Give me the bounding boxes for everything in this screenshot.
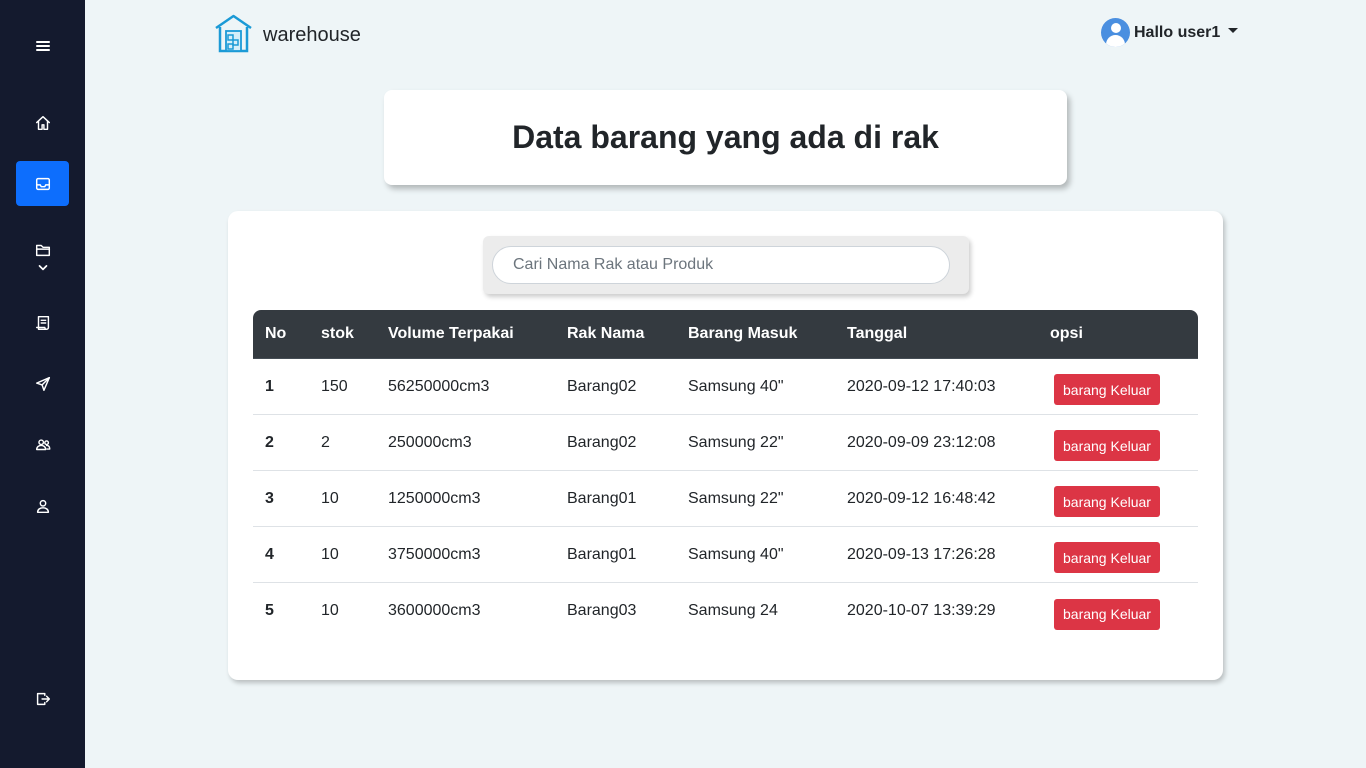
column-header-barang-masuk: Barang Masuk [676,310,835,359]
cell-rak-nama: Barang01 [555,471,676,527]
people-icon [35,438,50,450]
sidebar-item-logout[interactable] [16,676,69,721]
user-menu-dropdown[interactable]: Hallo user1 [1101,18,1239,47]
barang-keluar-button[interactable]: barang Keluar [1054,486,1160,517]
table-header-row: No stok Volume Terpakai Rak Nama Barang … [253,310,1198,359]
send-icon [35,376,50,391]
cell-no: 1 [253,359,309,415]
receipt-icon [35,315,49,330]
cell-opsi: barang Keluar [1038,415,1198,471]
cell-volume: 3750000cm3 [376,527,555,583]
cell-volume: 56250000cm3 [376,359,555,415]
page-title: Data barang yang ada di rak [512,119,939,155]
cell-barang-masuk: Samsung 22" [676,471,835,527]
table-row: 4 10 3750000cm3 Barang01 Samsung 40" 202… [253,527,1198,583]
home-icon [35,115,50,130]
user-greeting: Hallo user1 [1134,23,1221,41]
sidebar-item-inbox[interactable] [16,161,69,206]
column-header-tanggal: Tanggal [835,310,1038,359]
search-input[interactable] [492,246,950,284]
column-header-opsi: opsi [1038,310,1198,359]
person-icon [36,499,49,513]
data-table: No stok Volume Terpakai Rak Nama Barang … [253,310,1198,639]
sidebar-item-send[interactable] [16,361,69,406]
cell-stok: 2 [309,415,376,471]
sidebar-item-receipt[interactable] [16,300,69,345]
page-title-card: Data barang yang ada di rak [384,90,1067,185]
column-header-rak-nama: Rak Nama [555,310,676,359]
data-card: No stok Volume Terpakai Rak Nama Barang … [228,211,1223,680]
sidebar-item-people[interactable] [16,422,69,467]
cell-stok: 10 [309,471,376,527]
cell-tanggal: 2020-10-07 13:39:29 [847,602,996,619]
barang-keluar-button[interactable]: barang Keluar [1054,430,1160,461]
cell-opsi: barang Keluar [1038,359,1198,415]
search-container [483,236,969,294]
column-header-no: No [253,310,309,359]
column-header-stok: stok [309,310,376,359]
sidebar-item-folder[interactable] [16,233,69,283]
cell-no: 3 [253,471,309,527]
warehouse-icon [214,13,253,58]
sidebar-item-home[interactable] [16,100,69,145]
cell-barang-masuk: Samsung 22" [676,415,835,471]
column-header-volume: Volume Terpakai [376,310,555,359]
table-row: 2 2 250000cm3 Barang02 Samsung 22" 2020-… [253,415,1198,471]
sidebar [0,0,85,768]
cell-no: 2 [253,415,309,471]
cell-barang-masuk: Samsung 24 [688,602,778,619]
brand-name: warehouse [263,24,361,46]
chevron-down-icon [38,265,47,271]
cell-rak-nama: Barang03 [567,602,637,619]
menu-icon [35,40,50,51]
cell-volume: 1250000cm3 [376,471,555,527]
barang-keluar-button[interactable]: barang Keluar [1054,598,1160,630]
cell-tanggal: 2020-09-09 23:12:08 [835,415,1038,471]
cell-no: 5 [265,602,274,619]
sidebar-menu-toggle[interactable] [16,23,69,68]
cell-tanggal: 2020-09-12 16:48:42 [835,471,1038,527]
cell-volume: 250000cm3 [376,415,555,471]
cell-volume: 3600000cm3 [388,602,481,619]
cell-rak-nama: Barang02 [555,415,676,471]
sidebar-item-profile[interactable] [16,483,69,528]
table-row: 3 10 1250000cm3 Barang01 Samsung 22" 202… [253,471,1198,527]
logout-icon [36,692,50,705]
cell-barang-masuk: Samsung 40" [676,527,835,583]
caret-down-icon [1228,28,1239,33]
cell-rak-nama: Barang02 [555,359,676,415]
cell-opsi: barang Keluar [1038,583,1198,639]
table-row: 5 10 3600000cm3 Barang03 Samsung 24 2020… [253,583,1198,639]
cell-tanggal: 2020-09-12 17:40:03 [835,359,1038,415]
cell-stok: 150 [309,359,376,415]
cell-opsi: barang Keluar [1038,471,1198,527]
cell-stok: 10 [321,602,339,619]
cell-no: 4 [253,527,309,583]
cell-rak-nama: Barang01 [555,527,676,583]
cell-opsi: barang Keluar [1038,527,1198,583]
folder-icon [35,244,50,257]
avatar [1101,18,1130,47]
barang-keluar-button[interactable]: barang Keluar [1054,542,1160,573]
cell-stok: 10 [309,527,376,583]
brand-link[interactable]: warehouse [214,13,361,58]
table-row: 1 150 56250000cm3 Barang02 Samsung 40" 2… [253,359,1198,415]
barang-keluar-button[interactable]: barang Keluar [1054,374,1160,405]
inbox-icon [35,177,50,190]
cell-tanggal: 2020-09-13 17:26:28 [835,527,1038,583]
cell-barang-masuk: Samsung 40" [676,359,835,415]
